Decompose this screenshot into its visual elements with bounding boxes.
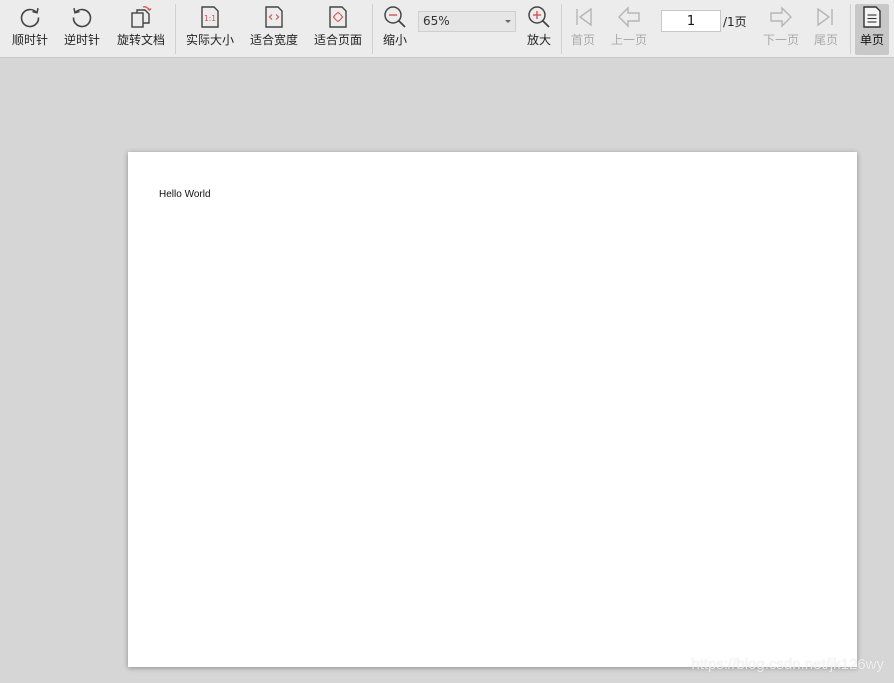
toolbar-separator (561, 4, 562, 54)
single-page-label: 单页 (859, 33, 884, 47)
toolbar-separator (850, 4, 851, 54)
arrow-right-icon (770, 6, 792, 28)
toolbar: 顺时针 逆时针 旋转文档 1:1 实际大小 适合宽度 适合页面 缩小 65% 放… (0, 0, 894, 58)
total-pages-label: /1页 (723, 15, 747, 29)
rotate-counterclockwise-label: 逆时针 (63, 33, 100, 47)
current-page-input[interactable] (661, 10, 721, 32)
zoom-level-select[interactable]: 65% (418, 11, 516, 32)
caret-down-icon (505, 20, 511, 23)
rotate-document-label: 旋转文档 (116, 33, 165, 47)
actual-size-glyph: 1:1 (204, 14, 216, 23)
last-page-label: 尾页 (813, 33, 838, 47)
first-page-label: 首页 (570, 33, 595, 47)
zoom-in-label: 放大 (526, 33, 551, 47)
single-page-icon (863, 6, 881, 28)
zoom-in-button[interactable]: 放大 (524, 4, 554, 56)
document-page: Hello World (128, 152, 857, 667)
previous-page-label: 上一页 (610, 33, 647, 47)
fit-page-icon (329, 6, 347, 28)
actual-size-label: 实际大小 (185, 33, 234, 47)
zoom-level-value: 65% (423, 14, 450, 28)
last-page-icon (817, 7, 833, 27)
rotate-document-button[interactable]: 旋转文档 (114, 4, 168, 56)
rotate-counterclockwise-button[interactable]: 逆时针 (62, 4, 102, 56)
zoom-out-label: 缩小 (382, 33, 407, 47)
actual-size-button[interactable]: 1:1 实际大小 (184, 4, 236, 56)
document-text: Hello World (159, 189, 211, 200)
next-page-label: 下一页 (762, 33, 799, 47)
fit-width-label: 适合宽度 (249, 33, 298, 47)
previous-page-button[interactable]: 上一页 (609, 4, 649, 56)
zoom-out-button[interactable]: 缩小 (380, 4, 410, 56)
actual-size-icon: 1:1 (201, 6, 219, 28)
fit-width-button[interactable]: 适合宽度 (248, 4, 300, 56)
first-page-icon (576, 7, 592, 27)
fit-page-button[interactable]: 适合页面 (312, 4, 364, 56)
arrow-left-icon (618, 6, 640, 28)
zoom-out-icon (384, 6, 406, 28)
next-page-button[interactable]: 下一页 (761, 4, 801, 56)
last-page-button[interactable]: 尾页 (811, 4, 841, 56)
rotate-counterclockwise-icon (72, 8, 92, 28)
toolbar-separator (372, 4, 373, 54)
fit-page-label: 适合页面 (313, 33, 362, 47)
rotate-document-icon (131, 6, 152, 28)
rotate-clockwise-label: 顺时针 (11, 33, 48, 47)
toolbar-separator (175, 4, 176, 54)
fit-width-icon (265, 6, 283, 28)
zoom-in-icon (528, 6, 550, 28)
first-page-button[interactable]: 首页 (568, 4, 598, 56)
rotate-clockwise-button[interactable]: 顺时针 (10, 4, 50, 56)
single-page-button[interactable]: 单页 (855, 4, 889, 55)
rotate-clockwise-icon (20, 8, 40, 28)
watermark: https://blog.csdn.net/jk126wy (691, 656, 884, 673)
